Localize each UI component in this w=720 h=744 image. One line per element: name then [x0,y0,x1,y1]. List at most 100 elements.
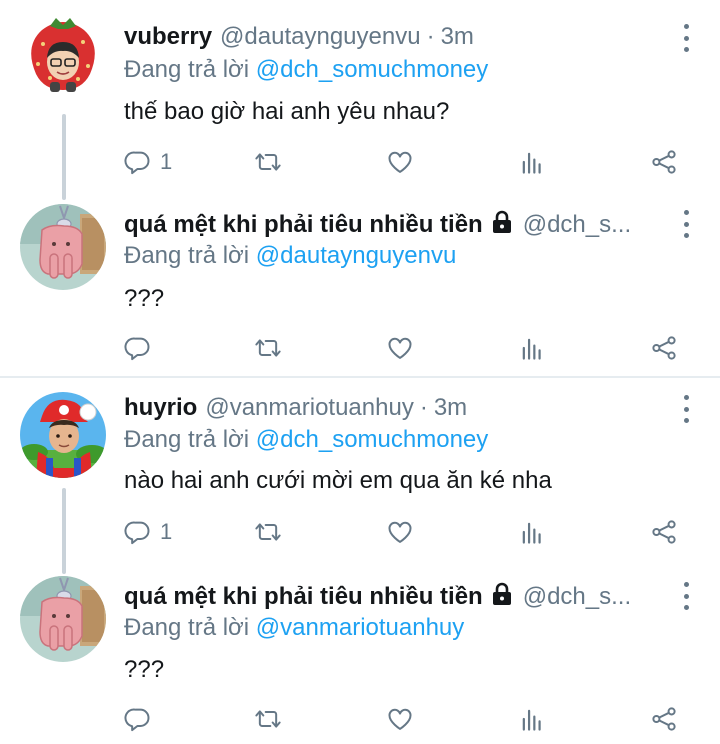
tweet-header: quá mệt khi phải tiêu nhiều tiền @dch_s.… [124,580,660,612]
avatar-image [20,576,106,662]
more-vertical-icon [683,582,689,587]
reply-button[interactable] [124,333,160,363]
more-vertical-icon [683,210,689,215]
more-options-button[interactable] [680,582,692,610]
analytics-icon [518,518,546,546]
tweet-huyrio[interactable]: huyrio @vanmariotuanhuy · 3m Đang trả lờ… [0,378,720,564]
share-icon [650,518,678,546]
share-icon [650,705,678,733]
share-button[interactable] [650,333,678,363]
lock-icon [491,582,513,606]
separator-dot: · [426,23,435,50]
tweet-dch-somuchmoney[interactable]: quá mệt khi phải tiêu nhiều tiền @dch_s.… [0,190,720,378]
analytics-button[interactable] [518,517,546,547]
reply-icon [124,518,152,546]
lock-icon [491,210,513,234]
share-button[interactable] [650,517,678,547]
share-button[interactable] [650,147,678,177]
retweet-button[interactable] [254,333,282,363]
mention-link[interactable]: @dautaynguyenvu [256,242,457,269]
more-dot [683,593,689,599]
retweet-button[interactable] [254,704,282,734]
reply-button[interactable]: 1 [124,517,172,547]
separator-dot: · [419,394,428,421]
analytics-icon [518,148,546,176]
tweet-actions [124,333,684,363]
tweet-text: ??? [124,656,165,683]
more-options-button[interactable] [680,24,692,52]
retweet-icon [254,148,282,176]
like-button[interactable] [386,517,414,547]
replying-to-label: Đang trả lời [124,242,256,269]
tweet-text: ??? [124,285,165,312]
replying-to-label: Đang trả lời [124,56,256,83]
analytics-button[interactable] [518,704,546,734]
user-handle[interactable]: @vanmariotuanhuy [205,393,413,423]
display-name[interactable]: huyrio [124,393,197,423]
replying-to: Đang trả lời @dch_somuchmoney [124,425,488,455]
analytics-button[interactable] [518,333,546,363]
tweet-header: vuberry @dautaynguyenvu · 3m [124,22,660,52]
display-name[interactable]: quá mệt khi phải tiêu nhiều tiền [124,582,483,612]
more-options-button[interactable] [680,210,692,238]
tweet-header: huyrio @vanmariotuanhuy · 3m [124,393,660,423]
more-dot [683,47,689,52]
analytics-button[interactable] [518,147,546,177]
heart-icon [386,518,414,546]
user-handle[interactable]: @dautaynguyenvu [220,22,421,52]
avatar-image [20,204,106,290]
more-dot [683,233,689,238]
retweet-icon [254,518,282,546]
avatar[interactable] [20,576,106,662]
like-button[interactable] [386,333,414,363]
reply-button[interactable]: 1 [124,147,172,177]
tweet-text: thế bao giờ hai anh yêu nhau? [124,98,450,125]
retweet-icon [254,705,282,733]
tweet-vuberry[interactable]: vuberry @dautaynguyenvu · 3m Đang trả lờ… [0,0,720,190]
timestamp[interactable]: 3m [434,393,467,423]
timestamp[interactable]: 3m [441,22,474,52]
retweet-button[interactable] [254,147,282,177]
reply-icon [124,705,152,733]
analytics-icon [518,334,546,362]
tweet-actions: 1 [124,147,684,177]
display-name[interactable]: quá mệt khi phải tiêu nhiều tiền [124,210,483,240]
tweet-actions: 1 [124,517,684,547]
tweet-text: nào hai anh cưới mời em qua ăn ké nha [124,467,552,494]
replying-to-label: Đang trả lời [124,614,256,641]
replying-to: Đang trả lời @dch_somuchmoney [124,55,488,85]
like-button[interactable] [386,147,414,177]
mention-link[interactable]: @dch_somuchmoney [256,56,488,83]
avatar-image [20,392,106,478]
avatar-image [20,16,106,102]
replying-to: Đang trả lời @dautaynguyenvu [124,241,456,271]
reply-icon [124,334,152,362]
more-dot [683,605,689,610]
display-name[interactable]: vuberry [124,22,212,52]
avatar[interactable] [20,392,106,478]
mention-link[interactable]: @dch_somuchmoney [256,426,488,453]
user-handle[interactable]: @dch_s... [523,582,631,612]
mention-link[interactable]: @vanmariotuanhuy [256,614,464,641]
share-button[interactable] [650,704,678,734]
more-dot [683,221,689,227]
tweet-actions [124,704,684,734]
tweet-dch-somuchmoney-2[interactable]: quá mệt khi phải tiêu nhiều tiền @dch_s.… [0,564,720,744]
tweet-header: quá mệt khi phải tiêu nhiều tiền @dch_s.… [124,208,660,240]
share-icon [650,334,678,362]
heart-icon [386,334,414,362]
more-dot [683,35,689,41]
like-button[interactable] [386,704,414,734]
more-dot [683,418,689,423]
replying-to-label: Đang trả lời [124,426,256,453]
reply-button[interactable] [124,704,160,734]
thread-1: vuberry @dautaynguyenvu · 3m Đang trả lờ… [0,0,720,378]
user-handle[interactable]: @dch_s... [523,210,631,240]
heart-icon [386,705,414,733]
avatar[interactable] [20,204,106,290]
avatar[interactable] [20,16,106,102]
retweet-button[interactable] [254,517,282,547]
more-options-button[interactable] [680,395,692,423]
retweet-icon [254,334,282,362]
thread-2: huyrio @vanmariotuanhuy · 3m Đang trả lờ… [0,378,720,744]
